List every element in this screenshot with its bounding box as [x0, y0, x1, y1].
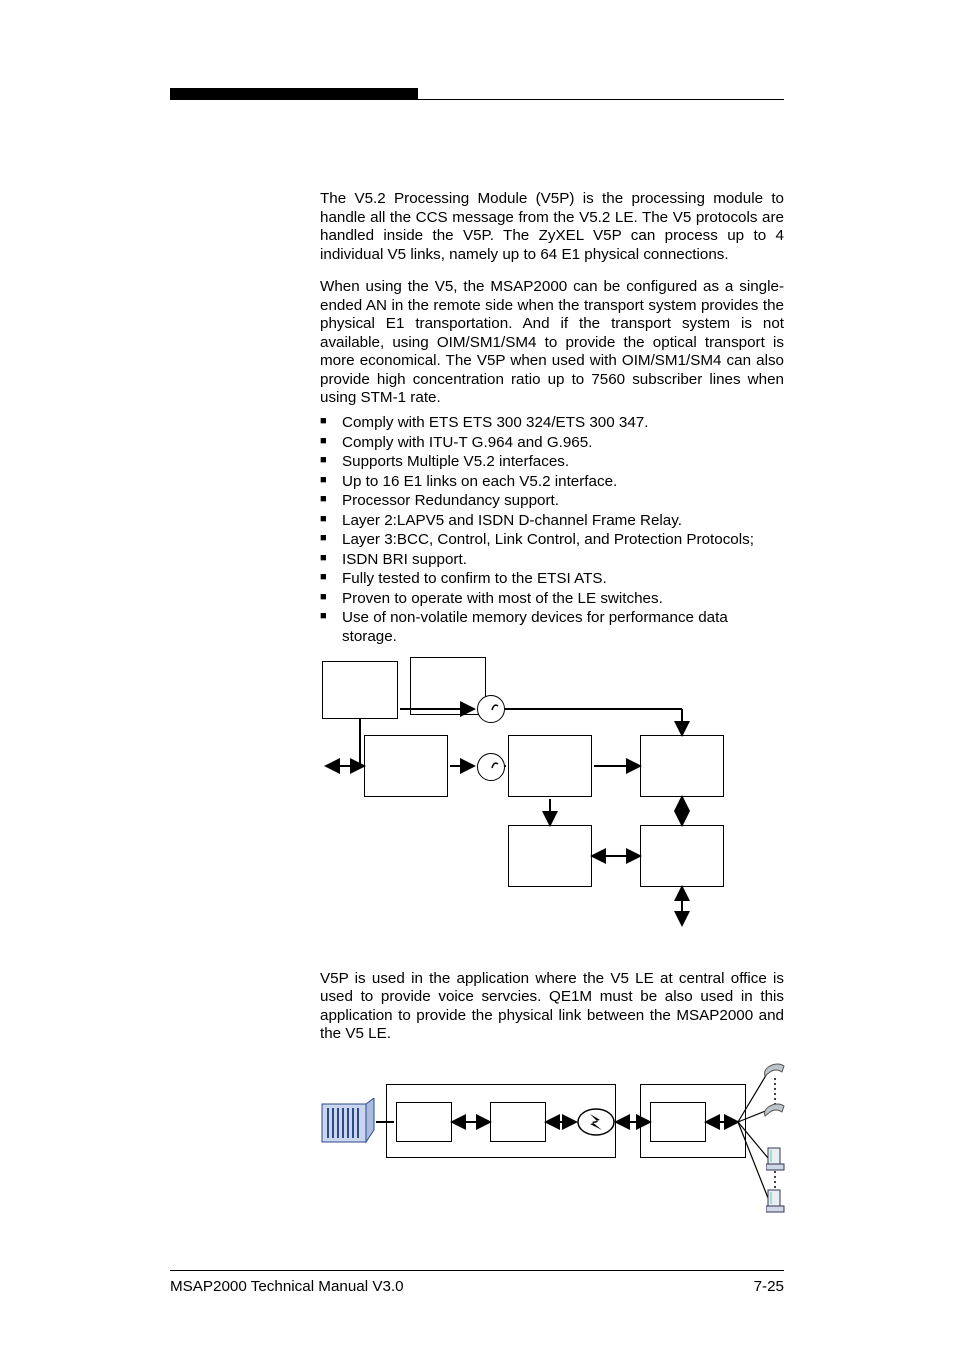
phone-icon	[762, 1100, 788, 1124]
diagram-block-2	[320, 1062, 790, 1222]
diagram-arrows	[320, 657, 790, 952]
paragraph-2: When using the V5, the MSAP2000 can be c…	[320, 278, 784, 408]
list-item: Up to 16 E1 links on each V5.2 interface…	[320, 473, 784, 492]
footer-rule	[170, 1270, 784, 1271]
computer-icon	[766, 1146, 786, 1172]
footer-left-text: MSAP2000 Technical Manual V3.0	[170, 1278, 404, 1295]
diagram2-arrows	[320, 1062, 790, 1222]
feature-list: Comply with ETS ETS 300 324/ETS 300 347.…	[320, 414, 784, 647]
footer-right-text: 7-25	[754, 1278, 784, 1295]
page-footer: MSAP2000 Technical Manual V3.0 7-25	[170, 1278, 784, 1295]
main-content: The V5.2 Processing Module (V5P) is the …	[320, 190, 784, 1222]
list-item: ISDN BRI support.	[320, 551, 784, 570]
top-rule	[170, 99, 784, 100]
list-item: Supports Multiple V5.2 interfaces.	[320, 453, 784, 472]
list-item: Layer 3:BCC, Control, Link Control, and …	[320, 531, 784, 550]
list-item: Fully tested to confirm to the ETSI ATS.	[320, 570, 784, 589]
list-item: Comply with ETS ETS 300 324/ETS 300 347.	[320, 414, 784, 433]
computer-icon	[766, 1188, 786, 1214]
paragraph-3: V5P is used in the application where the…	[320, 970, 784, 1044]
list-item: Use of non-volatile memory devices for p…	[320, 609, 784, 646]
list-item: Processor Redundancy support.	[320, 492, 784, 511]
section-blackbar	[170, 88, 418, 99]
paragraph-1: The V5.2 Processing Module (V5P) is the …	[320, 190, 784, 264]
list-item: Proven to operate with most of the LE sw…	[320, 590, 784, 609]
phone-icon	[762, 1060, 788, 1084]
list-item: Layer 2:LAPV5 and ISDN D-channel Frame R…	[320, 512, 784, 531]
diagram-block-1	[320, 657, 790, 952]
list-item: Comply with ITU-T G.964 and G.965.	[320, 434, 784, 453]
